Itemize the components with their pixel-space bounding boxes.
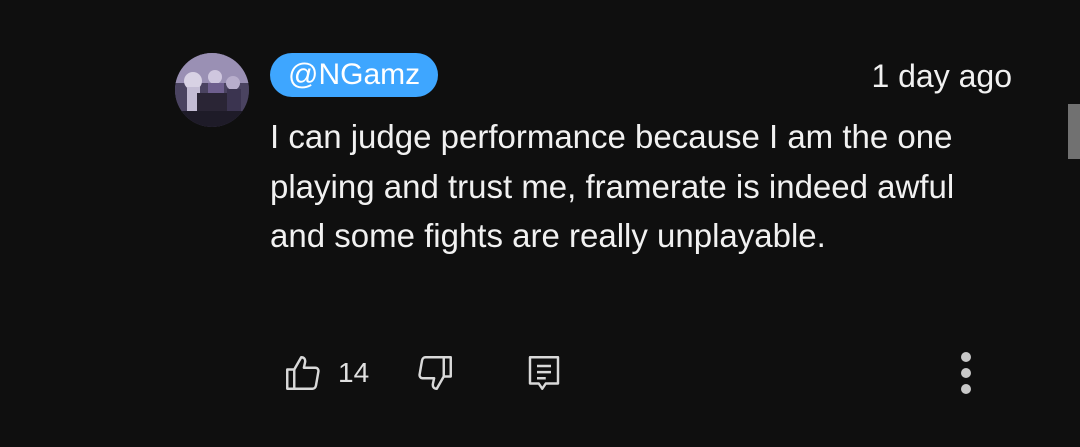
comment-body: I can judge performance because I am the… bbox=[270, 118, 955, 254]
scrollbar-thumb[interactable] bbox=[1068, 104, 1080, 159]
dislike-button[interactable] bbox=[414, 350, 456, 396]
more-options-button[interactable] bbox=[950, 348, 984, 398]
comment-thread: @NGamz 1 day ago I can judge performance… bbox=[0, 0, 1080, 447]
avatar[interactable] bbox=[175, 53, 249, 127]
reply-button[interactable] bbox=[523, 350, 565, 396]
like-button[interactable]: 14 bbox=[282, 350, 369, 396]
reply-comment-icon bbox=[528, 356, 560, 390]
author-name-chip[interactable]: @NGamz bbox=[270, 53, 439, 97]
comment-timestamp: 1 day ago bbox=[871, 58, 1012, 94]
thumbs-up-icon bbox=[286, 356, 320, 390]
thumbs-down-icon bbox=[418, 356, 452, 390]
like-count: 14 bbox=[338, 357, 370, 388]
avatar-image bbox=[175, 53, 249, 127]
